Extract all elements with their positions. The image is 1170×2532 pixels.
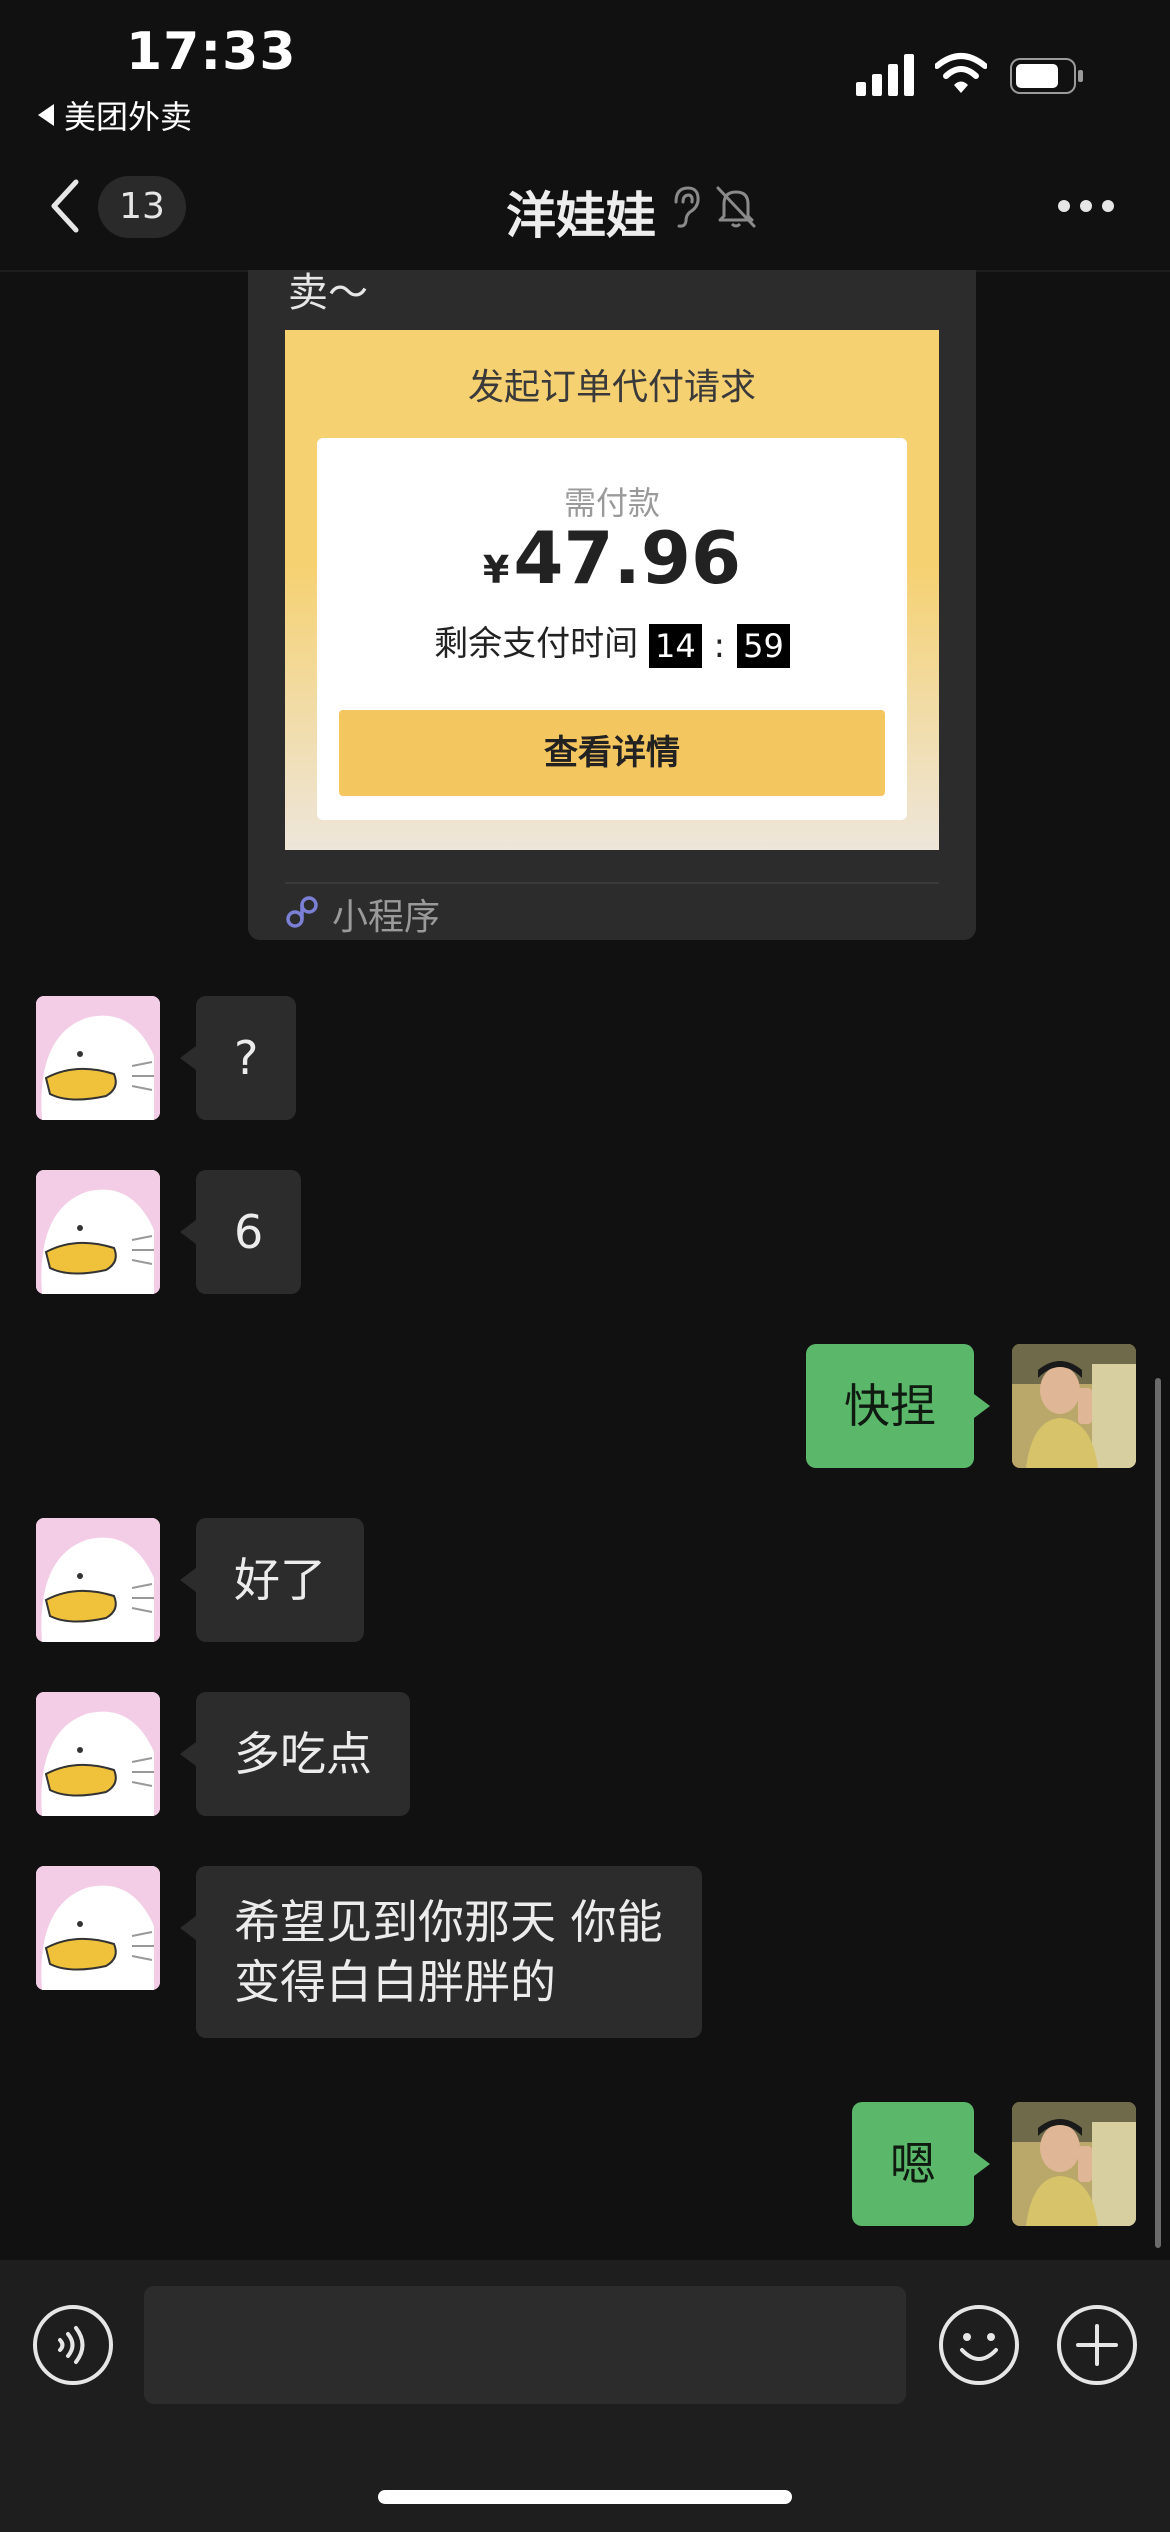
voice-icon[interactable] xyxy=(32,2304,114,2386)
card-preview: 发起订单代付请求 需付款 ¥47.96 剩余支付时间 14:59 查看详情 xyxy=(285,330,939,850)
payment-box: 需付款 ¥47.96 剩余支付时间 14:59 查看详情 xyxy=(317,438,907,820)
message-bubble-incoming[interactable]: 6 xyxy=(179,1170,302,1294)
duck-avatar-icon xyxy=(36,1692,160,1816)
message-bubble-outgoing[interactable]: 嗯 xyxy=(852,2102,990,2226)
bell-muted-icon xyxy=(716,186,756,228)
amount-number: 47.96 xyxy=(513,516,742,600)
card-caption: 卖～ xyxy=(288,270,368,316)
avatar[interactable] xyxy=(1012,2102,1136,2226)
chevron-left-icon[interactable] xyxy=(48,176,82,236)
wifi-icon xyxy=(935,53,987,93)
message-bubble-outgoing[interactable]: 快捏 xyxy=(806,1344,990,1468)
message-bubble-incoming[interactable]: 希望见到你那天 你能变得白白胖胖的 xyxy=(180,1866,702,2038)
chat-title[interactable]: 洋娃娃 xyxy=(506,176,656,248)
back-triangle-icon xyxy=(38,104,54,126)
avatar[interactable] xyxy=(1012,1344,1136,1468)
unread-count-badge[interactable]: 13 xyxy=(98,176,186,238)
seconds-box: 59 xyxy=(737,623,790,668)
mini-program-label: 小程序 xyxy=(332,897,441,938)
minutes-box: 14 xyxy=(648,623,702,668)
message-bubble-incoming[interactable]: ? xyxy=(179,996,297,1120)
duck-avatar-icon xyxy=(36,996,160,1120)
currency-symbol: ¥ xyxy=(482,548,510,592)
emoji-icon[interactable] xyxy=(938,2304,1020,2386)
home-indicator[interactable] xyxy=(378,2490,792,2504)
time-colon: : xyxy=(713,625,726,666)
view-details-button[interactable]: 查看详情 xyxy=(339,710,885,796)
status-time: 17:33 xyxy=(126,22,297,82)
amount-value: ¥47.96 xyxy=(317,516,907,600)
avatar[interactable] xyxy=(36,1866,160,1990)
message-bubble-incoming[interactable]: 好了 xyxy=(180,1518,364,1642)
remaining-time-label: 剩余支付时间 xyxy=(434,624,639,664)
duck-avatar-icon xyxy=(36,1518,160,1642)
plus-icon[interactable] xyxy=(1056,2304,1138,2386)
preview-title: 发起订单代付请求 xyxy=(467,367,756,408)
user-avatar-icon xyxy=(1012,2102,1136,2226)
message-bubble-incoming[interactable]: 多吃点 xyxy=(180,1692,410,1816)
more-icon[interactable] xyxy=(1056,198,1116,214)
duck-avatar-icon xyxy=(36,1866,160,1990)
avatar[interactable] xyxy=(36,1518,160,1642)
mini-program-card[interactable]: 卖～ 发起订单代付请求 需付款 ¥47.96 剩余支付时间 14:59 查看详情… xyxy=(248,270,976,940)
chat-scrollbar[interactable] xyxy=(1155,1378,1161,2248)
back-to-app-link[interactable]: 美团外卖 xyxy=(38,92,192,138)
card-divider xyxy=(285,882,939,884)
back-app-label: 美团外卖 xyxy=(64,98,193,136)
avatar[interactable] xyxy=(36,996,160,1120)
signal-icon xyxy=(856,54,914,96)
mini-program-icon xyxy=(286,896,318,928)
avatar[interactable] xyxy=(36,1692,160,1816)
duck-avatar-icon xyxy=(36,1170,160,1294)
user-avatar-icon xyxy=(1012,1344,1136,1468)
message-input[interactable] xyxy=(144,2286,906,2404)
remaining-time: 剩余支付时间 14:59 xyxy=(317,616,907,668)
avatar[interactable] xyxy=(36,1170,160,1294)
ear-icon xyxy=(674,186,700,228)
battery-icon xyxy=(1010,58,1083,94)
